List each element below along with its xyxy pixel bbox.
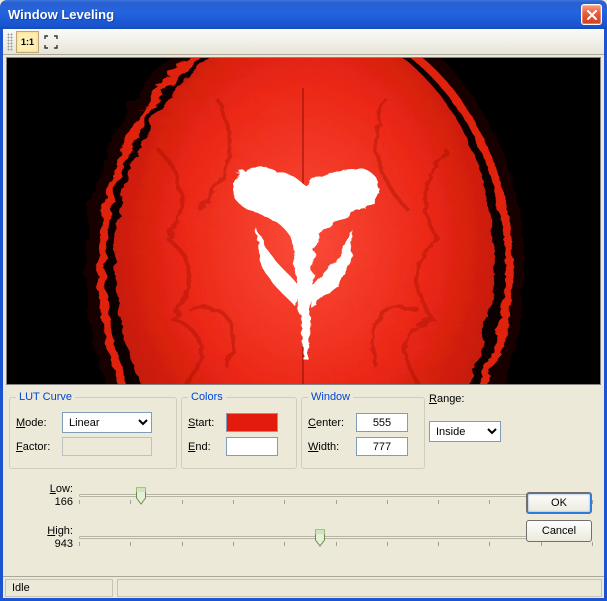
window-title: Window Leveling xyxy=(8,7,581,22)
start-color-swatch[interactable] xyxy=(226,413,278,432)
mode-select[interactable]: Linear xyxy=(62,412,152,433)
image-viewport[interactable] xyxy=(6,57,601,385)
high-slider-label: High: 943 xyxy=(19,525,73,551)
end-color-swatch[interactable] xyxy=(226,437,278,456)
title-bar[interactable]: Window Leveling xyxy=(0,0,607,29)
high-slider-thumb[interactable] xyxy=(315,529,326,548)
close-button[interactable] xyxy=(581,4,602,25)
factor-label: Factor: xyxy=(16,441,58,453)
status-left: Idle xyxy=(5,579,113,597)
high-slider[interactable] xyxy=(79,527,592,549)
low-slider[interactable] xyxy=(79,485,592,507)
close-icon xyxy=(587,10,597,20)
colors-legend: Colors xyxy=(188,391,226,403)
toolbar-grip[interactable] xyxy=(7,33,13,51)
zoom-1to1-button[interactable]: 1:1 xyxy=(16,31,39,53)
ok-button[interactable]: OK xyxy=(526,492,592,514)
factor-input-disabled xyxy=(62,437,152,456)
cancel-button[interactable]: Cancel xyxy=(526,520,592,542)
start-color-label: Start: xyxy=(188,417,222,429)
status-bar: Idle xyxy=(3,576,604,598)
status-right xyxy=(117,579,602,597)
toolbar: 1:1 xyxy=(3,29,604,55)
window-legend: Window xyxy=(308,391,353,403)
colors-group: Colors Start: End: xyxy=(181,391,297,469)
window-group: Window Center: Width: xyxy=(301,391,425,469)
center-label: Center: xyxy=(308,417,352,429)
range-column: Range: Inside xyxy=(429,391,509,469)
low-slider-label: Low: 166 xyxy=(19,483,73,509)
fit-window-button[interactable] xyxy=(39,31,62,53)
zoom-1to1-label: 1:1 xyxy=(21,37,34,47)
low-slider-thumb[interactable] xyxy=(135,487,146,506)
range-label: Range: xyxy=(429,393,509,405)
range-select[interactable]: Inside xyxy=(429,421,501,442)
end-color-label: End: xyxy=(188,441,222,453)
fit-window-icon xyxy=(44,35,58,49)
brain-mri-image xyxy=(7,58,600,385)
lut-curve-group: LUT Curve Mode: Linear Factor: xyxy=(9,391,177,469)
lut-legend: LUT Curve xyxy=(16,391,75,403)
mode-label: Mode: xyxy=(16,417,58,429)
width-label: Width: xyxy=(308,441,352,453)
center-input[interactable] xyxy=(356,413,408,432)
width-input[interactable] xyxy=(356,437,408,456)
